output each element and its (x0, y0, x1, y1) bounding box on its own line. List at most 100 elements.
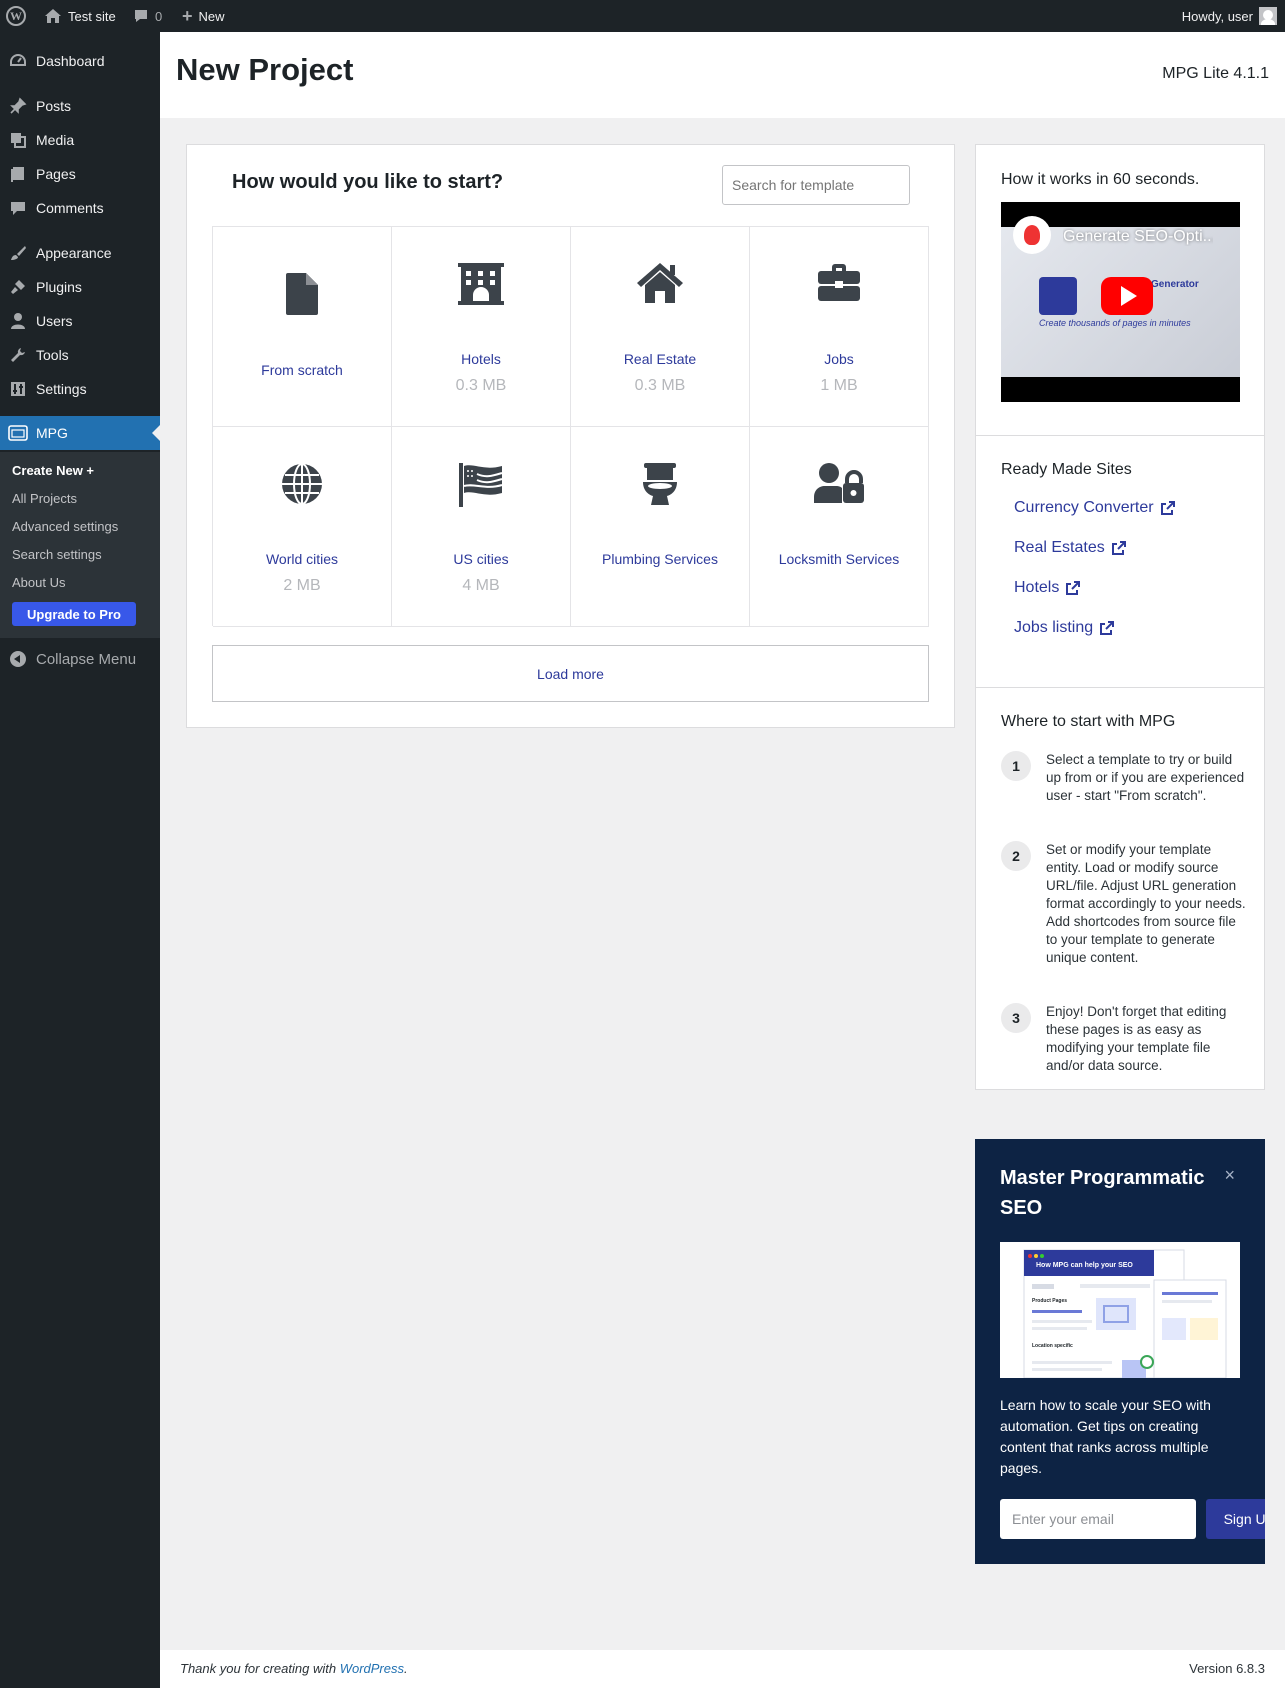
submenu-advanced-settings[interactable]: Advanced settings (12, 519, 118, 534)
brush-icon (0, 244, 36, 262)
site-link-label: Hotels (1014, 579, 1060, 596)
admin-bar: W Test site 0 + New Howdy, user (0, 0, 1285, 32)
submenu-create-new[interactable]: Create New + (12, 463, 94, 478)
promo-illustration: How MPG can help your SEO Product Pages … (1000, 1242, 1240, 1378)
site-link[interactable]: Test site (44, 0, 116, 32)
comment-icon (0, 199, 36, 217)
template-tile-locksmith-services[interactable]: Locksmith Services (750, 427, 929, 627)
load-more-button[interactable]: Load more (212, 645, 929, 702)
template-name: Jobs (824, 351, 854, 367)
external-link-icon (1111, 541, 1126, 555)
comment-icon (135, 10, 147, 22)
pin-icon (0, 97, 36, 115)
submenu-search-settings[interactable]: Search settings (12, 547, 102, 562)
upgrade-to-pro-button[interactable]: Upgrade to Pro (12, 602, 136, 626)
sidebar-item-label: Tools (36, 347, 69, 363)
sidebar-item-mpg[interactable]: MPG (0, 416, 160, 450)
template-size: 2 MB (283, 577, 321, 594)
file-icon (213, 273, 391, 315)
sidebar-item-tools[interactable]: Tools (0, 338, 160, 372)
user-icon (0, 312, 36, 330)
promo-image-heading: How MPG can help your SEO (1036, 1262, 1133, 1269)
howdy-text: Howdy, user (1181, 8, 1253, 24)
plugin-version: MPG Lite 4.1.1 (1162, 65, 1269, 82)
play-button-icon[interactable] (1101, 277, 1153, 315)
sidebar-item-users[interactable]: Users (0, 304, 160, 338)
footer-thanks-prefix: Thank you for creating with (180, 1661, 340, 1676)
site-link-label: Jobs listing (1014, 619, 1094, 636)
email-input[interactable]: Enter your email (1000, 1499, 1196, 1539)
template-tile-world-cities[interactable]: World cities 2 MB (213, 427, 392, 627)
template-tile-from-scratch[interactable]: From scratch (213, 227, 392, 427)
wordpress-logo-icon[interactable]: W (6, 0, 26, 32)
video-player[interactable]: Generate SEO-Opti... Generator Create th… (1001, 202, 1240, 402)
sidebar-item-label: Users (36, 313, 73, 329)
external-link-icon (1100, 621, 1115, 635)
sidebar-item-settings[interactable]: Settings (0, 372, 160, 406)
wordpress-link[interactable]: WordPress (340, 1661, 404, 1676)
step-text: Select a template to try or build up fro… (1046, 752, 1245, 803)
site-link-real-estates[interactable]: Real Estates (1014, 539, 1126, 557)
briefcase-icon (750, 263, 928, 301)
new-label: New (198, 8, 225, 24)
user-lock-icon (750, 463, 928, 503)
sidebar-item-label: Dashboard (36, 53, 105, 69)
where-to-start-heading: Where to start with MPG (1001, 713, 1176, 730)
sidebar-item-posts[interactable]: Posts (0, 89, 160, 123)
globe-icon (213, 463, 391, 505)
admin-footer: Thank you for creating with WordPress. V… (160, 1650, 1285, 1688)
close-icon[interactable]: × (1224, 1165, 1235, 1186)
sidebar-item-label: Media (36, 132, 75, 148)
promo-title: Master Programmatic SEO (1000, 1167, 1205, 1219)
video-subtitle: Create thousands of pages in minutes (1039, 318, 1191, 328)
account-menu[interactable]: Howdy, user (1182, 0, 1277, 32)
step-number: 3 (1001, 1003, 1031, 1033)
new-content-link[interactable]: + New (182, 0, 225, 32)
mpg-logo-icon (1039, 277, 1077, 315)
avatar (1259, 7, 1277, 25)
site-link-currency-converter[interactable]: Currency Converter (1014, 499, 1175, 517)
promo-image-label-location: Location specific (1032, 1343, 1073, 1349)
step-number: 2 (1001, 841, 1031, 871)
comments-count: 0 (155, 8, 163, 24)
step-number: 1 (1001, 751, 1031, 781)
pages-icon (0, 165, 36, 183)
sidebar-item-label: Posts (36, 98, 72, 114)
sidebar-item-dashboard[interactable]: Dashboard (0, 44, 160, 78)
page-title: New Project (176, 52, 354, 87)
channel-logo-icon (1013, 216, 1051, 254)
sidebar-item-label: Pages (36, 166, 76, 182)
video-title: Generate SEO-Opti... (1063, 228, 1213, 245)
footer-thanks-suffix: . (404, 1661, 408, 1676)
site-link-hotels[interactable]: Hotels (1014, 579, 1081, 597)
comments-link[interactable]: 0 (133, 0, 162, 32)
template-tile-real-estate[interactable]: Real Estate 0.3 MB (571, 227, 750, 427)
ready-sites-heading: Ready Made Sites (1001, 461, 1132, 478)
template-tile-us-cities[interactable]: US cities 4 MB (392, 427, 571, 627)
sidebar-item-pages[interactable]: Pages (0, 157, 160, 191)
home-icon (45, 9, 61, 23)
plug-icon (0, 278, 36, 296)
external-link-icon (1160, 501, 1175, 515)
submenu-all-projects[interactable]: All Projects (12, 491, 77, 506)
site-link-jobs-listing[interactable]: Jobs listing (1014, 619, 1115, 637)
sidebar-item-comments[interactable]: Comments (0, 191, 160, 225)
template-search-input[interactable] (722, 165, 910, 205)
site-link-label: Real Estates (1014, 539, 1105, 556)
collapse-menu-button[interactable]: Collapse Menu (0, 642, 160, 676)
divider (976, 687, 1264, 688)
sidebar-item-appearance[interactable]: Appearance (0, 236, 160, 270)
template-tile-hotels[interactable]: Hotels 0.3 MB (392, 227, 571, 427)
submenu-about-us[interactable]: About Us (12, 575, 65, 590)
page-header: New Project MPG Lite 4.1.1 (160, 32, 1285, 118)
site-name: Test site (68, 8, 116, 24)
sign-up-button[interactable]: Sign Up (1206, 1499, 1265, 1539)
newsletter-promo: Master Programmatic SEO × How MPG can he… (975, 1139, 1265, 1564)
template-tile-jobs[interactable]: Jobs 1 MB (750, 227, 929, 427)
template-size: 0.3 MB (455, 377, 507, 394)
mpg-icon (0, 424, 36, 442)
template-tile-plumbing-services[interactable]: Plumbing Services (571, 427, 750, 627)
sidebar-item-media[interactable]: Media (0, 123, 160, 157)
sidebar-item-plugins[interactable]: Plugins (0, 270, 160, 304)
template-size: 1 MB (820, 377, 858, 394)
